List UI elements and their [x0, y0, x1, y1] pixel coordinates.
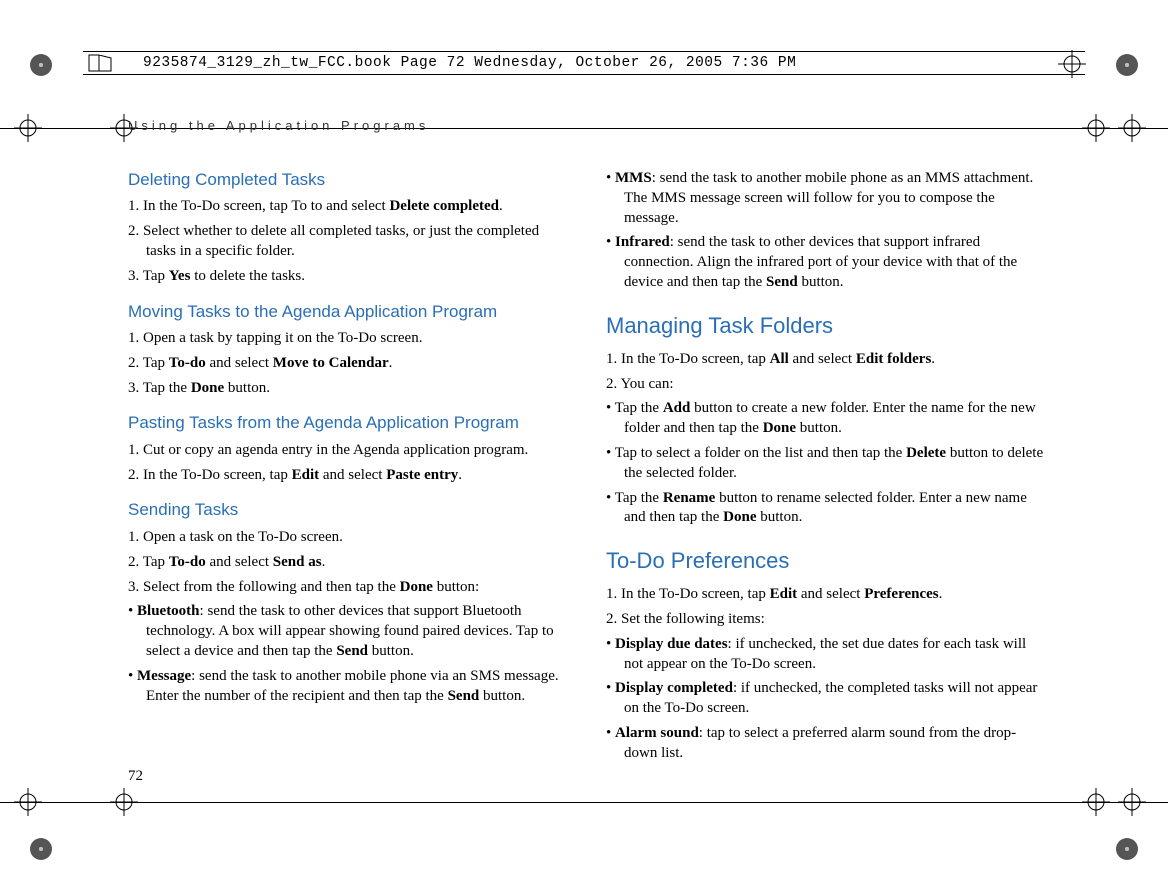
crosshair-bottom-right: [1082, 788, 1110, 816]
bullet: • Tap to select a folder on the list and…: [606, 444, 1046, 484]
print-header-text: 9235874_3129_zh_tw_FCC.book Page 72 Wedn…: [143, 55, 796, 71]
step: 2. You can:: [606, 375, 1046, 395]
print-header-bar: 9235874_3129_zh_tw_FCC.book Page 72 Wedn…: [83, 51, 1085, 75]
crosshair-bottom-far-right: [1118, 788, 1146, 816]
step: 1. Open a task by tapping it on the To-D…: [128, 329, 568, 349]
crosshair-top-far-right: [1118, 114, 1146, 142]
bullet: • Display completed: if unchecked, the c…: [606, 679, 1046, 719]
step: 1. Open a task on the To-Do screen.: [128, 528, 568, 548]
bullet: • Bluetooth: send the task to other devi…: [128, 602, 568, 661]
bullet: • Display due dates: if unchecked, the s…: [606, 635, 1046, 675]
step: 1. In the To-Do screen, tap All and sele…: [606, 350, 1046, 370]
crop-tr: [1116, 54, 1138, 76]
step: 2. Select whether to delete all complete…: [128, 222, 568, 262]
heading-todo-preferences: To-Do Preferences: [606, 546, 1046, 575]
bullet: • Message: send the task to another mobi…: [128, 667, 568, 707]
step: 2. Tap To-do and select Move to Calendar…: [128, 354, 568, 374]
crosshair-bottom-left: [110, 788, 138, 816]
crop-bl: [30, 838, 52, 860]
crosshair-top-right: [1082, 114, 1110, 142]
step: 1. Cut or copy an agenda entry in the Ag…: [128, 441, 568, 461]
heading-deleting-completed-tasks: Deleting Completed Tasks: [128, 169, 568, 191]
heading-pasting-tasks: Pasting Tasks from the Agenda Applicatio…: [128, 412, 568, 434]
step: 2. Tap To-do and select Send as.: [128, 553, 568, 573]
running-head: Using the Application Programs: [128, 118, 1046, 133]
left-column: Deleting Completed Tasks 1. In the To-Do…: [128, 169, 568, 769]
heading-managing-task-folders: Managing Task Folders: [606, 311, 1046, 340]
heading-moving-tasks: Moving Tasks to the Agenda Application P…: [128, 301, 568, 323]
step: 2. In the To-Do screen, tap Edit and sel…: [128, 466, 568, 486]
step: 2. Set the following items:: [606, 610, 1046, 630]
right-column: • MMS: send the task to another mobile p…: [606, 169, 1046, 769]
step: 3. Tap Yes to delete the tasks.: [128, 267, 568, 287]
bullet: • Alarm sound: tap to select a preferred…: [606, 724, 1046, 764]
bullet: • MMS: send the task to another mobile p…: [606, 169, 1046, 228]
bullet: • Tap the Add button to create a new fol…: [606, 399, 1046, 439]
crop-tl: [30, 54, 52, 76]
crosshair-far-left-bottom: [14, 788, 42, 816]
page-number: 72: [128, 768, 143, 785]
crop-br: [1116, 838, 1138, 860]
step: 1. In the To-Do screen, tap Edit and sel…: [606, 585, 1046, 605]
bottom-rule: [0, 802, 1168, 803]
heading-sending-tasks: Sending Tasks: [128, 499, 568, 521]
crosshair-far-left-top: [14, 114, 42, 142]
step: 3. Select from the following and then ta…: [128, 578, 568, 598]
page-body: Using the Application Programs Deleting …: [128, 118, 1046, 769]
book-icon: [87, 53, 113, 73]
bullet: • Tap the Rename button to rename select…: [606, 489, 1046, 529]
step: 1. In the To-Do screen, tap To to and se…: [128, 197, 568, 217]
bullet: • Infrared: send the task to other devic…: [606, 233, 1046, 292]
step: 3. Tap the Done button.: [128, 379, 568, 399]
